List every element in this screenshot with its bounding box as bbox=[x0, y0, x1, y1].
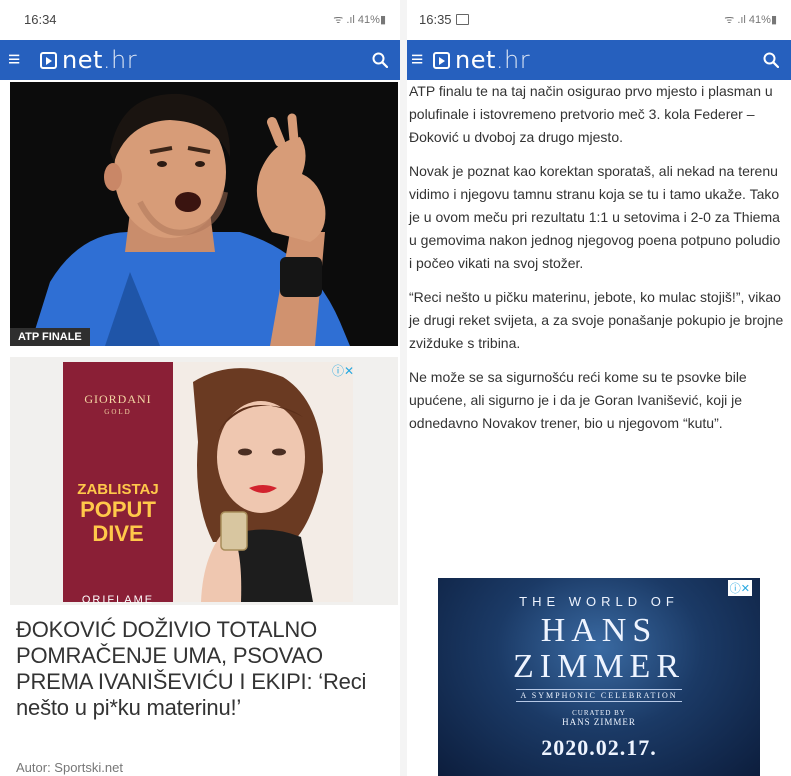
ad-subtitle: A SYMPHONIC CELEBRATION bbox=[516, 689, 682, 702]
article-headline[interactable]: ĐOKOVIĆ DOŽIVIO TOTALNO POMRAČENJE UMA, … bbox=[16, 617, 388, 721]
article-paragraph: ATP finalu te na taj način osigurao prvo… bbox=[409, 83, 773, 145]
ad-curated-label: CURATED BY bbox=[572, 709, 626, 717]
ad-model-photo bbox=[173, 362, 353, 602]
ad-event-date: 2020.02.17. bbox=[541, 735, 657, 760]
site-logo[interactable]: net.hr bbox=[40, 46, 137, 74]
hamburger-menu-icon[interactable]: ≡ bbox=[411, 49, 433, 70]
top-navbar: ≡ net.hr bbox=[0, 40, 400, 80]
article-paragraph: Novak je poznat kao korektan sporataš, a… bbox=[409, 163, 781, 271]
status-system-icons: ᯤ .ıl 41%▮ bbox=[333, 14, 386, 26]
ad-slogan: ZABLISTAJ POPUT DIVE bbox=[63, 482, 173, 546]
advertisement-hans-zimmer[interactable]: ⓘ✕ THE WORLD OF HANS ZIMMER A SYMPHONIC … bbox=[438, 578, 760, 776]
ad-slogan-line-3: DIVE bbox=[92, 521, 144, 546]
right-screen: 16:35 ᯤ .ıl 41%▮ ≡ net.hr ATP finalu te … bbox=[407, 0, 791, 776]
logo-text: net.hr bbox=[62, 46, 138, 74]
ad-slogan-line-1: ZABLISTAJ bbox=[77, 481, 159, 498]
ad-curator-name: HANS ZIMMER bbox=[562, 717, 636, 727]
status-time: 16:35 bbox=[419, 12, 469, 27]
hamburger-menu-icon[interactable]: ≡ bbox=[8, 49, 30, 70]
search-icon[interactable] bbox=[763, 52, 779, 68]
status-time: 16:34 bbox=[24, 12, 57, 27]
ad-oriflame-label: ORIFLAME bbox=[81, 594, 155, 606]
left-screen: 16:34 ᯤ .ıl 41%▮ ≡ net.hr ATP FINALE GIO… bbox=[0, 0, 400, 776]
ad-choices-icon[interactable]: ⓘ✕ bbox=[332, 362, 354, 379]
ad-slogan-line-2: POPUT bbox=[80, 497, 156, 522]
ad-brand-panel: GIORDANI GOLD ZABLISTAJ POPUT DIVE ORIFL… bbox=[63, 362, 173, 606]
article-paragraph: “Reci nešto u pičku materinu, jebote, ko… bbox=[409, 289, 784, 351]
ad-kicker: THE WORLD OF bbox=[519, 594, 679, 609]
article-paragraph: Ne može se sa sigurnošću reći kome su te… bbox=[409, 369, 747, 431]
ad-brand-name: GIORDANI bbox=[84, 392, 152, 406]
hero-photo[interactable] bbox=[10, 82, 398, 346]
ad-title-line-2: ZIMMER bbox=[513, 648, 685, 685]
article-author: Autor: Sportski.net bbox=[16, 760, 123, 775]
top-navbar: ≡ net.hr bbox=[407, 40, 791, 80]
logo-play-icon bbox=[40, 51, 57, 69]
status-bar: 16:34 ᯤ .ıl 41%▮ bbox=[0, 0, 400, 40]
search-icon[interactable] bbox=[372, 52, 388, 68]
ad-title-line-1: HANS bbox=[540, 612, 658, 649]
ad-brand-sub: GOLD bbox=[104, 408, 132, 416]
logo-play-icon bbox=[433, 51, 450, 69]
image-notification-icon bbox=[455, 14, 469, 26]
screen-divider bbox=[400, 0, 407, 776]
tennis-player-photo bbox=[10, 82, 398, 346]
article-body: ATP finalu te na taj način osigurao prvo… bbox=[409, 80, 785, 446]
logo-text: net.hr bbox=[455, 46, 531, 74]
advertisement-oriflame[interactable]: GIORDANI GOLD ZABLISTAJ POPUT DIVE ORIFL… bbox=[10, 357, 398, 606]
site-logo[interactable]: net.hr bbox=[433, 46, 530, 74]
status-system-icons: ᯤ .ıl 41%▮ bbox=[724, 14, 777, 26]
ad-choices-icon[interactable]: ⓘ✕ bbox=[727, 580, 752, 596]
category-tag[interactable]: ATP FINALE bbox=[10, 328, 90, 346]
status-bar: 16:35 ᯤ .ıl 41%▮ bbox=[407, 0, 791, 40]
